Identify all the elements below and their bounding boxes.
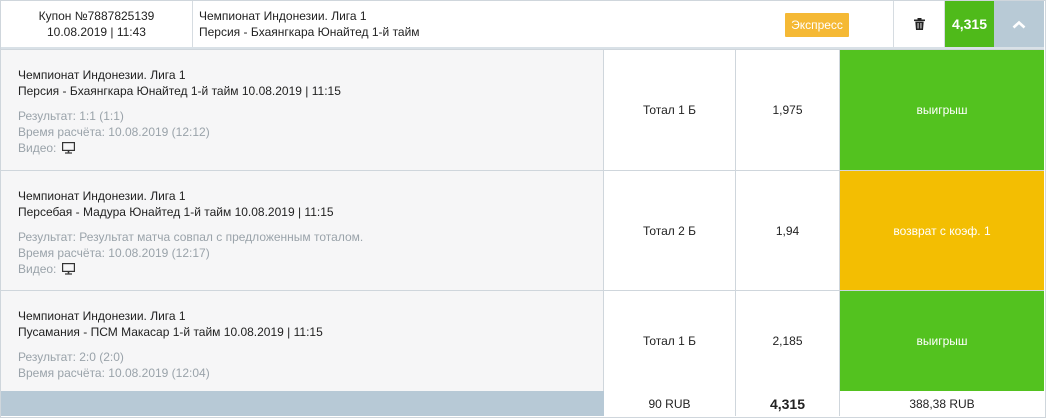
bet-league: Чемпионат Индонезии. Лига 1 — [18, 309, 186, 323]
bet-info: Чемпионат Индонезии. Лига 1 Пусамания - … — [1, 291, 604, 391]
payout-amount: 388,38 RUB — [840, 391, 1044, 416]
coupon-info: Купон №7887825139 10.08.2019 | 11:43 — [1, 1, 193, 47]
coupon-datetime: 10.08.2019 | 11:43 — [47, 25, 146, 39]
bet-odds: 2,185 — [736, 291, 840, 391]
bet-row: Чемпионат Индонезии. Лига 1 Пусамания - … — [1, 290, 1044, 391]
bet-row: Чемпионат Индонезии. Лига 1 Персебая - М… — [1, 170, 1044, 290]
collapse-button[interactable] — [994, 1, 1044, 47]
bet-info: Чемпионат Индонезии. Лига 1 Персебая - М… — [1, 171, 604, 290]
bet-settled-time: Время расчёта: 10.08.2019 (12:04) — [18, 366, 210, 380]
bet-outcome-win: выигрыш — [840, 291, 1044, 391]
coupon-footer: 90 RUB 4,315 388,38 RUB — [1, 391, 1044, 416]
coupon-header: Купон №7887825139 10.08.2019 | 11:43 Чем… — [1, 1, 1044, 47]
bet-odds: 1,94 — [736, 171, 840, 290]
bet-odds: 1,975 — [736, 50, 840, 170]
delete-button[interactable] — [894, 1, 945, 47]
chevron-up-icon — [1012, 20, 1026, 28]
bet-type: Тотал 2 Б — [604, 171, 736, 290]
coupon-number: Купон №7887825139 — [38, 9, 155, 23]
express-badge: Экспресс — [785, 13, 849, 37]
monitor-icon[interactable] — [62, 142, 76, 158]
trash-icon — [913, 18, 925, 30]
bet-result: Результат: 1:1 (1:1) — [18, 109, 124, 123]
bet-match: Персия - Бхаянгкара Юнайтед 1-й тайм 10.… — [18, 84, 341, 98]
video-label: Видео: — [18, 262, 57, 276]
footer-total-odds: 4,315 — [736, 391, 840, 416]
video-row: Видео: — [18, 261, 603, 279]
bet-match: Пусамания - ПСМ Макасар 1-й тайм 10.08.2… — [18, 325, 323, 339]
bet-settled-time: Время расчёта: 10.08.2019 (12:17) — [18, 246, 210, 260]
bet-outcome-refund: возврат с коэф. 1 — [840, 171, 1044, 290]
monitor-icon[interactable] — [62, 263, 76, 279]
bet-type: Тотал 1 Б — [604, 50, 736, 170]
bet-row: Чемпионат Индонезии. Лига 1 Персия - Бха… — [1, 49, 1044, 170]
bet-outcome-win: выигрыш — [840, 50, 1044, 170]
bet-settled-time: Время расчёта: 10.08.2019 (12:12) — [18, 125, 210, 139]
video-label: Видео: — [18, 141, 57, 155]
bet-type: Тотал 1 Б — [604, 291, 736, 391]
video-row: Видео: — [18, 140, 603, 158]
footer-band — [1, 391, 604, 416]
bet-league: Чемпионат Индонезии. Лига 1 — [18, 189, 186, 203]
coupon-match: Чемпионат Индонезии. Лига 1 Персия - Бха… — [193, 1, 894, 47]
stake-amount: 90 RUB — [604, 391, 736, 416]
bet-info: Чемпионат Индонезии. Лига 1 Персия - Бха… — [1, 50, 604, 170]
bet-result: Результат: Результат матча совпал с пред… — [18, 230, 364, 244]
bet-league: Чемпионат Индонезии. Лига 1 — [18, 68, 186, 82]
bet-result: Результат: 2:0 (2:0) — [18, 350, 124, 364]
bet-match: Персебая - Мадура Юнайтед 1-й тайм 10.08… — [18, 205, 334, 219]
header-total-odds: 4,315 — [945, 1, 994, 47]
